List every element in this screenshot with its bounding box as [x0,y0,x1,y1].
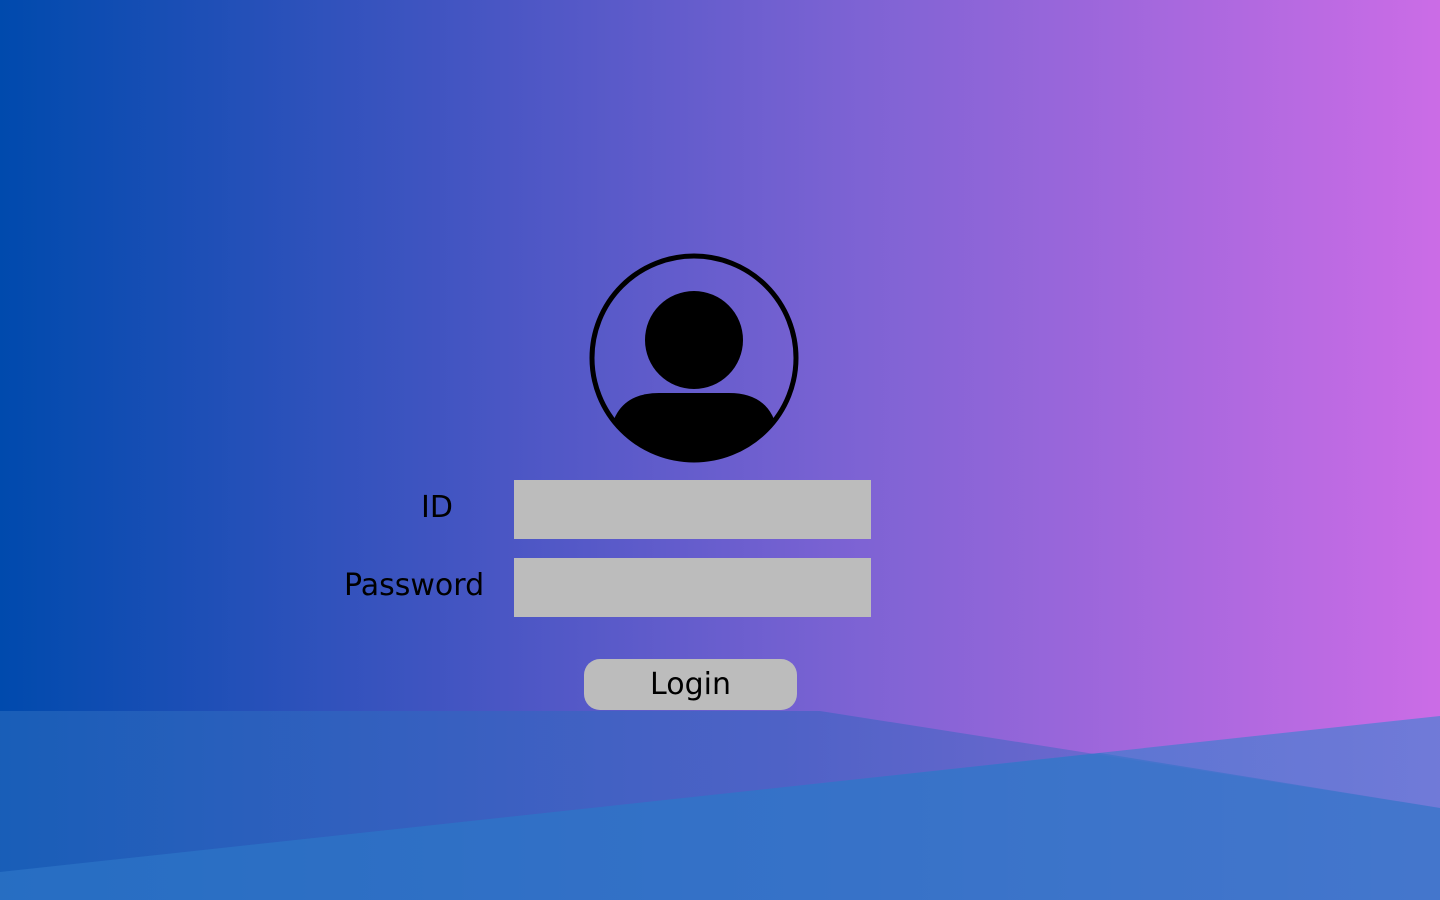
user-avatar-icon [589,253,799,463]
password-input[interactable] [514,558,871,617]
password-label: Password [344,568,485,603]
id-label: ID [421,490,453,525]
id-input[interactable] [514,480,871,539]
login-button[interactable]: Login [584,659,797,710]
